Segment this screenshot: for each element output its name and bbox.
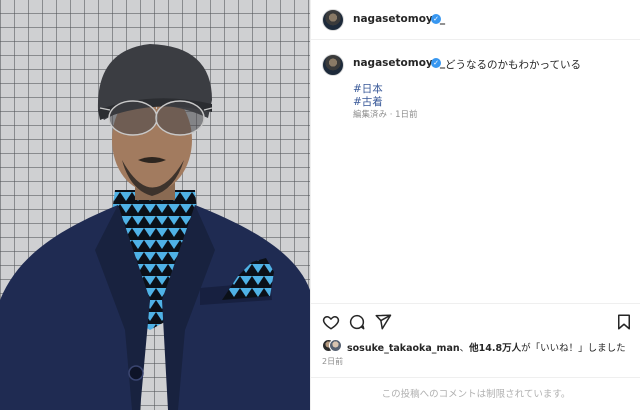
divider (311, 303, 640, 304)
liker-avatar (329, 339, 342, 352)
post-timestamp[interactable]: 2日前 (322, 356, 343, 367)
comment-icon (349, 314, 365, 330)
comments-restricted-notice: この投稿へのコメントは制限されています。 (311, 377, 640, 410)
bookmark-icon (618, 314, 630, 330)
caption-meta: 編集済み · 1日前 (353, 110, 418, 120)
save-button[interactable] (615, 313, 633, 331)
post-side-panel: nagasetomoya_ ✓ nagasetomoya_ ✓ どうなるのかもわ… (310, 0, 640, 410)
verified-badge-icon: ✓ (431, 14, 441, 24)
verified-badge-icon: ✓ (431, 58, 441, 68)
likes-suffix: が「いいね！」しました (521, 343, 626, 354)
likes-count[interactable]: 他14.8万人 (469, 343, 521, 354)
likes-separator: 、 (459, 343, 470, 354)
share-icon (375, 314, 392, 330)
post-photo[interactable] (0, 0, 310, 410)
author-avatar[interactable] (322, 9, 344, 31)
portrait-illustration (0, 44, 310, 410)
comment-button[interactable] (348, 313, 366, 331)
share-button[interactable] (374, 313, 392, 331)
like-button[interactable] (322, 313, 340, 331)
heart-icon (322, 316, 340, 330)
liker-username[interactable]: sosuke_takaoka_man (347, 343, 460, 354)
caption-text: どうなるのかもわかっている (445, 59, 581, 71)
likes-text: sosuke_takaoka_man、他14.8万人が「いいね！」しました (347, 340, 626, 354)
caption-avatar[interactable] (322, 54, 344, 76)
post-header: nagasetomoya_ ✓ (311, 0, 640, 40)
hashtag-link[interactable]: #古着 (353, 94, 383, 109)
jacket-button (128, 365, 144, 381)
